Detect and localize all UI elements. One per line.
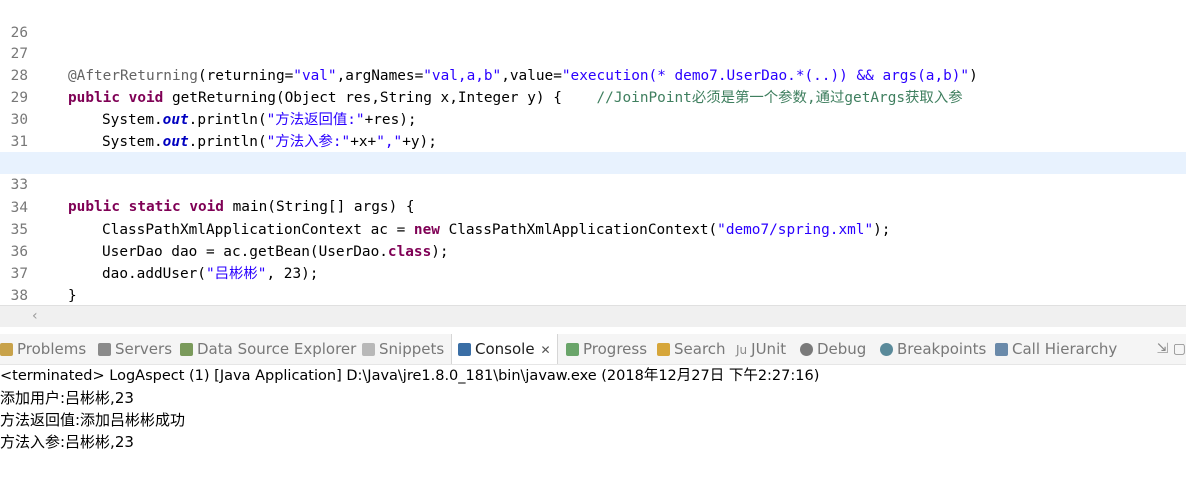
console-output-line: 方法返回值:添加吕彬彬成功 <box>0 411 186 429</box>
code-line[interactable]: 27 @AfterReturning(returning="val",argNa… <box>0 21 1186 84</box>
code-line[interactable]: 35 UserDao dao = ac.getBean(UserDao.clas… <box>0 197 1186 260</box>
debug-icon <box>800 343 813 356</box>
code-line[interactable]: 29 System.out.println("方法返回值:"+res); <box>0 65 1186 128</box>
search-icon <box>657 343 670 356</box>
tab-data-source-explorer[interactable]: Data Source Explorer <box>180 334 356 364</box>
code-line[interactable]: 37 } <box>0 241 1186 304</box>
tab-progress[interactable]: Progress <box>566 334 647 364</box>
code-line[interactable]: 26 <box>0 0 1186 41</box>
console-output-line: 方法入参:吕彬彬,23 <box>0 433 134 451</box>
tab-servers[interactable]: Servers <box>98 334 172 364</box>
tab-call-hierarchy[interactable]: Call Hierarchy <box>995 334 1117 364</box>
code-line[interactable]: 31 } <box>0 109 1186 172</box>
code-editor[interactable]: 26 27 @AfterReturning(returning="val",ar… <box>0 0 1186 305</box>
console-icon <box>458 343 471 356</box>
horizontal-scrollbar[interactable]: ‹ <box>0 305 1186 327</box>
close-icon[interactable]: ✕ <box>541 343 551 357</box>
snippets-icon <box>362 343 375 356</box>
problems-icon <box>0 343 13 356</box>
code-line-current[interactable]: 33 public static void main(String[] args… <box>0 152 1186 215</box>
code-line[interactable]: 36 dao.addUser("吕彬彬", 23); <box>0 219 1186 282</box>
code-line[interactable]: 34 ClassPathXmlApplicationContext ac = n… <box>0 175 1186 238</box>
tab-snippets[interactable]: Snippets <box>362 334 444 364</box>
scroll-left-icon[interactable]: ‹ <box>32 306 38 326</box>
breakpoints-icon <box>880 343 893 356</box>
divider <box>0 327 1186 334</box>
console-view[interactable]: <terminated> LogAspect (1) [Java Applica… <box>0 365 1186 491</box>
tab-search[interactable]: Search <box>657 334 726 364</box>
servers-icon <box>98 343 111 356</box>
console-output-line: 添加用户:吕彬彬,23 <box>0 389 134 407</box>
code-line[interactable]: 28 public void getReturning(Object res,S… <box>0 43 1186 106</box>
junit-icon: Ju <box>736 343 748 357</box>
tab-problems[interactable]: Problems <box>0 334 86 364</box>
tab-breakpoints[interactable]: Breakpoints <box>880 334 986 364</box>
view-tab-bar: Problems Servers Data Source Explorer Sn… <box>0 334 1186 365</box>
tab-junit[interactable]: Ju JUnit <box>736 334 786 364</box>
tab-console[interactable]: Console ✕ <box>451 334 558 364</box>
progress-icon <box>566 343 579 356</box>
code-line[interactable]: 30 System.out.println("方法入参:"+x+","+y); <box>0 87 1186 150</box>
data-source-icon <box>180 343 193 356</box>
code-line[interactable]: 32 <box>0 131 1186 172</box>
console-status: <terminated> LogAspect (1) [Java Applica… <box>0 368 820 384</box>
tab-debug[interactable]: Debug <box>800 334 866 364</box>
code-line[interactable]: 39 <box>0 285 1186 305</box>
call-hierarchy-icon <box>995 343 1008 356</box>
view-menu-icon[interactable]: ⇲ ▢ <box>1157 334 1186 364</box>
code-line[interactable]: 38 } <box>0 263 1186 304</box>
